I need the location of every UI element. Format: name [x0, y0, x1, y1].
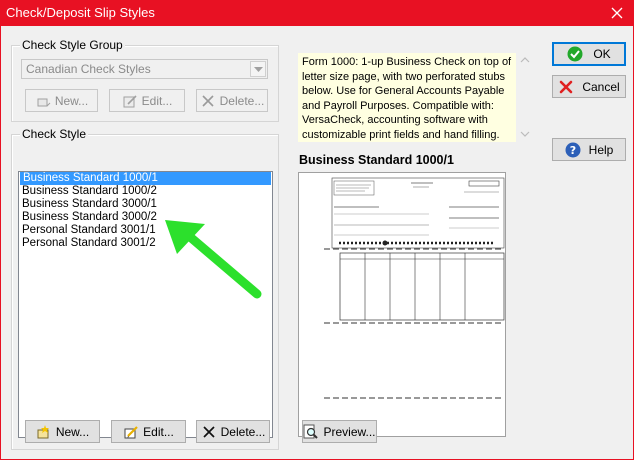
group-new-label: New... — [54, 93, 89, 108]
chevron-down-icon — [254, 67, 263, 72]
list-item[interactable]: Business Standard 1000/2 — [19, 185, 272, 198]
title-bar: Check/Deposit Slip Styles — [0, 0, 634, 26]
group-new-button[interactable]: New... — [25, 89, 98, 112]
style-edit-label: Edit... — [143, 424, 174, 439]
dropdown-button[interactable] — [250, 61, 266, 77]
check-style-group-select[interactable]: Canadian Check Styles — [21, 59, 268, 79]
style-delete-button[interactable]: Delete... — [196, 420, 270, 443]
check-style-label: Check Style — [20, 127, 89, 141]
check-style-group-value: Canadian Check Styles — [26, 62, 151, 76]
group-delete-label: Delete... — [219, 93, 265, 108]
help-button[interactable]: ? Help — [552, 138, 626, 161]
cancel-button[interactable]: Cancel — [552, 75, 626, 98]
close-icon — [611, 7, 623, 19]
check-style-group-label: Check Style Group — [20, 38, 125, 52]
edit-icon — [122, 93, 138, 109]
annotation-arrow — [165, 220, 262, 299]
preview-label: Preview... — [323, 424, 376, 439]
list-item[interactable]: Business Standard 1000/1 — [20, 172, 271, 185]
checkmark-icon — [567, 46, 583, 62]
group-delete-button[interactable]: Delete... — [196, 89, 268, 112]
dialog-body: Check Style Group Canadian Check Styles … — [0, 26, 634, 460]
style-new-label: New... — [55, 424, 90, 439]
description-text: Form 1000: 1-up Business Check on top of… — [298, 53, 516, 142]
check-preview-image — [298, 172, 506, 437]
group-edit-button[interactable]: Edit... — [109, 89, 185, 112]
edit-icon — [123, 424, 139, 440]
delete-x-icon — [201, 424, 217, 440]
ok-label: OK — [593, 47, 611, 61]
help-icon: ? — [565, 142, 581, 158]
window-title: Check/Deposit Slip Styles — [6, 5, 155, 20]
delete-x-icon — [200, 93, 216, 109]
style-new-button[interactable]: New... — [25, 420, 100, 443]
cancel-label: Cancel — [582, 79, 620, 94]
chevron-up-icon — [520, 57, 530, 63]
description-scrollbar[interactable] — [518, 52, 532, 144]
magnifier-icon — [303, 424, 319, 440]
chevron-down-icon — [520, 131, 530, 137]
svg-text:?: ? — [569, 144, 575, 157]
close-button[interactable] — [600, 0, 634, 26]
preview-button[interactable]: Preview... — [302, 420, 377, 443]
new-file-icon — [36, 424, 52, 440]
new-file-icon — [35, 93, 51, 109]
preview-title: Business Standard 1000/1 — [299, 153, 454, 167]
style-edit-button[interactable]: Edit... — [111, 420, 186, 443]
help-label: Help — [588, 142, 614, 157]
group-edit-label: Edit... — [141, 93, 173, 108]
style-delete-label: Delete... — [220, 424, 266, 439]
ok-button[interactable]: OK — [552, 42, 626, 66]
cancel-x-icon — [558, 79, 574, 95]
